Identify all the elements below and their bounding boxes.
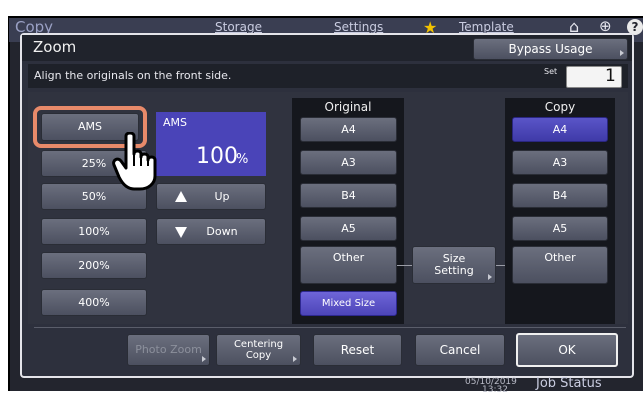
pointing-hand-icon bbox=[112, 132, 157, 191]
size-setting-button[interactable]: Size Setting bbox=[412, 246, 496, 284]
copy-size-a4[interactable]: A4 bbox=[512, 117, 608, 142]
zoom-preset-label: 100% bbox=[78, 224, 110, 238]
cancel-label: Cancel bbox=[439, 343, 481, 357]
original-size-a3[interactable]: A3 bbox=[300, 150, 397, 175]
size-setting-label: Size Setting bbox=[434, 252, 474, 277]
copy-size-b4[interactable]: B4 bbox=[512, 183, 608, 208]
arrow-icon bbox=[488, 274, 492, 280]
zoom-preset-label: 400% bbox=[78, 295, 110, 309]
zoom-down-button[interactable]: Down bbox=[156, 218, 266, 245]
zoom-ratio-value: 100 bbox=[196, 144, 238, 169]
ok-button[interactable]: OK bbox=[516, 333, 618, 367]
zoom-preset-400[interactable]: 400% bbox=[41, 289, 147, 316]
job-status-button[interactable]: Job Status bbox=[536, 376, 602, 391]
zoom-preset-label: 200% bbox=[78, 258, 110, 272]
original-size-a5[interactable]: A5 bbox=[300, 216, 397, 241]
zoom-preset-label: 50% bbox=[81, 189, 107, 203]
reset-button[interactable]: Reset bbox=[313, 334, 402, 366]
zoom-preset-100[interactable]: 100% bbox=[41, 218, 147, 245]
original-size-b4[interactable]: B4 bbox=[300, 183, 397, 208]
divider bbox=[34, 327, 626, 328]
arrow-icon bbox=[620, 50, 624, 56]
copy-size-other[interactable]: Other bbox=[512, 246, 608, 284]
status-time: 13:32 bbox=[482, 385, 508, 395]
mixed-size-button[interactable]: Mixed Size bbox=[300, 291, 397, 316]
tab-template[interactable]: Template bbox=[459, 20, 514, 34]
original-size-label: B4 bbox=[341, 188, 356, 202]
cancel-button[interactable]: Cancel bbox=[415, 334, 505, 366]
bypass-usage-button[interactable]: Bypass Usage bbox=[473, 38, 628, 60]
copy-size-label: B4 bbox=[552, 188, 568, 202]
zoom-preset-200[interactable]: 200% bbox=[41, 252, 147, 279]
centering-copy-button[interactable]: Centering Copy bbox=[216, 334, 301, 366]
zoom-preset-label: 25% bbox=[81, 156, 107, 170]
original-size-label: Other bbox=[332, 251, 365, 264]
zoom-up-label: Up bbox=[214, 189, 230, 203]
connector-line-left bbox=[397, 265, 412, 266]
tab-storage[interactable]: Storage bbox=[215, 20, 262, 34]
triangle-up-icon bbox=[175, 191, 187, 202]
original-size-label: A4 bbox=[341, 122, 356, 136]
original-size-label: A5 bbox=[341, 221, 356, 235]
copy-size-a5[interactable]: A5 bbox=[512, 216, 608, 241]
copy-size-label: A5 bbox=[552, 221, 568, 235]
dialog-title: Zoom bbox=[33, 38, 77, 56]
copy-header: Copy bbox=[544, 100, 576, 114]
original-size-label: A3 bbox=[341, 155, 356, 169]
zoom-ratio-unit: % bbox=[236, 152, 249, 167]
mixed-size-label: Mixed Size bbox=[321, 297, 376, 309]
centering-copy-label: Centering Copy bbox=[233, 339, 284, 361]
guidance-message: Align the originals on the front side. bbox=[34, 69, 232, 82]
copy-size-label: A3 bbox=[552, 155, 568, 169]
tab-settings[interactable]: Settings bbox=[334, 20, 383, 34]
original-header: Original bbox=[324, 100, 372, 114]
ok-label: OK bbox=[558, 343, 576, 357]
photo-zoom-button[interactable]: Photo Zoom bbox=[127, 334, 210, 366]
original-size-other[interactable]: Other bbox=[300, 246, 397, 284]
reset-label: Reset bbox=[340, 343, 375, 357]
zoom-preset-label: AMS bbox=[78, 120, 102, 133]
photo-zoom-label: Photo Zoom bbox=[135, 343, 202, 356]
triangle-down-icon bbox=[175, 227, 187, 238]
copy-count-value: 1 bbox=[605, 66, 616, 86]
arrow-icon bbox=[202, 356, 206, 362]
zoom-mode-label: AMS bbox=[163, 116, 187, 129]
bypass-usage-label: Bypass Usage bbox=[508, 42, 593, 56]
copy-size-label: Other bbox=[544, 251, 576, 264]
zoom-up-button[interactable]: Up bbox=[156, 183, 266, 210]
original-size-a4[interactable]: A4 bbox=[300, 117, 397, 142]
set-label: Set bbox=[544, 67, 558, 76]
copy-size-label: A4 bbox=[552, 122, 568, 136]
zoom-down-label: Down bbox=[206, 224, 238, 238]
arrow-icon bbox=[293, 356, 297, 362]
copy-size-a3[interactable]: A3 bbox=[512, 150, 608, 175]
